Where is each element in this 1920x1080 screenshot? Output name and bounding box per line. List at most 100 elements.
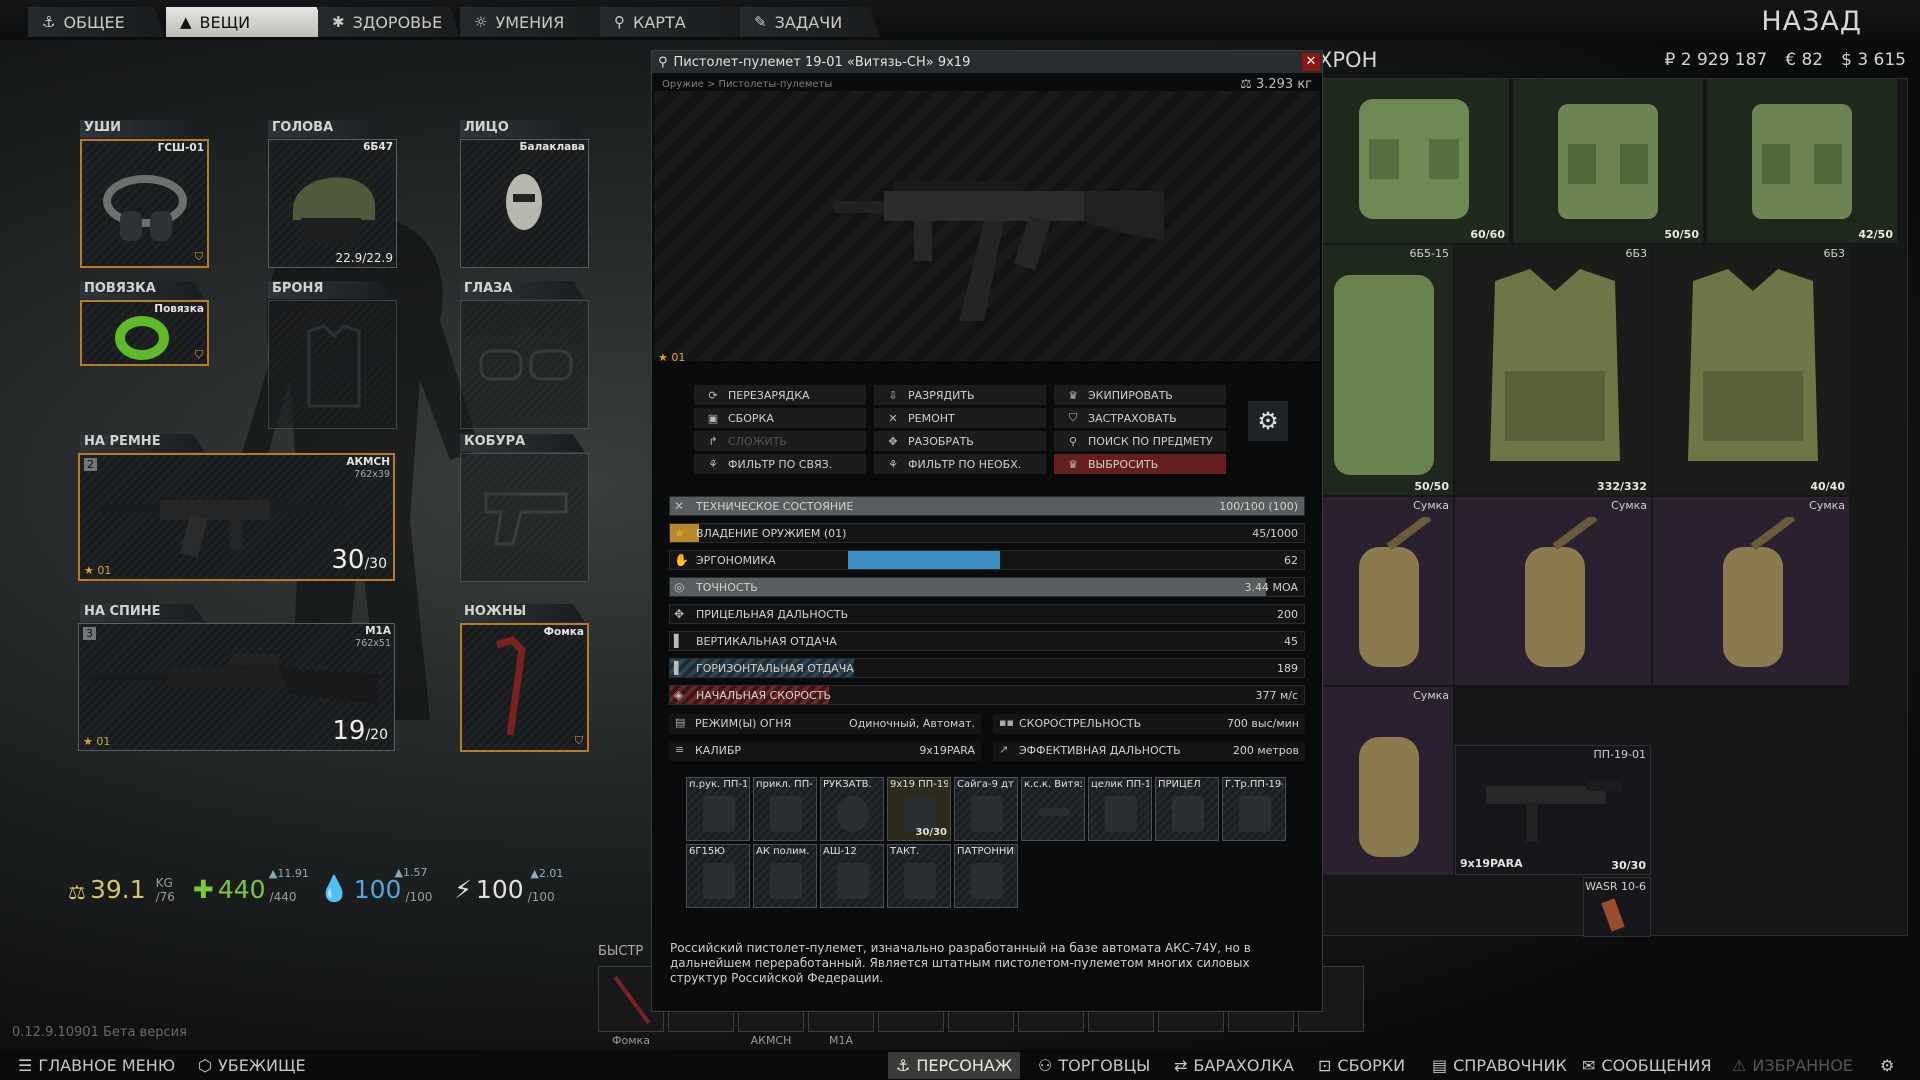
stash-item[interactable]: Сумка (1455, 497, 1651, 685)
tab-health[interactable]: ✱ ЗДОРОВЬЕ (318, 7, 460, 37)
filter-required-button[interactable]: ⚘ ФИЛЬТР ПО НЕОБХ. (874, 454, 1046, 474)
health-icon: ✱ (332, 13, 345, 31)
stash-item[interactable]: 60/60 (1319, 79, 1509, 243)
module-slot[interactable]: ПРИЦЕЛ (1155, 777, 1219, 841)
stash-item[interactable]: 50/50 (1513, 79, 1703, 243)
module-slot[interactable]: РУКЗАТВ. (820, 777, 884, 841)
module-slot[interactable]: АК полим. (753, 844, 817, 908)
settings-button[interactable]: ⚙ (1872, 1052, 1902, 1079)
reload-button[interactable]: ⟳ ПЕРЕЗАРЯДКА (694, 385, 866, 405)
back-button[interactable]: НАЗАД (1761, 6, 1862, 37)
handbook-icon: ▤ (1432, 1056, 1448, 1075)
module-slot[interactable]: Г.Тр.ПП-19- (1222, 777, 1286, 841)
insure-button[interactable]: ⛉ ЗАСТРАХОВАТЬ (1054, 408, 1226, 428)
stash-item-name: Сумка (1413, 499, 1449, 512)
close-button[interactable]: ✕ (1302, 53, 1320, 71)
energy-value: 100 (475, 875, 524, 904)
pistol-placeholder-icon (484, 492, 568, 546)
belt-weapon-slot[interactable]: 2 АКМСН 762x39 30/30 ★ 01 (78, 453, 395, 581)
knife-slot[interactable]: Фомка ⛉ (460, 623, 589, 752)
quickbar-label-4: M1A (828, 1034, 853, 1047)
vest-icon: ▲ (180, 13, 192, 31)
tab-gear[interactable]: ▲ ВЕЩИ (166, 7, 328, 37)
module-slot[interactable]: ТАКТ. (887, 844, 951, 908)
stash-item-count: 332/332 (1597, 480, 1647, 493)
module-slot[interactable]: ПАТРОННИК (954, 844, 1018, 908)
tab-map[interactable]: ⚲ КАРТА (600, 7, 750, 37)
filter-icon: ⚘ (708, 457, 718, 471)
crowbar-icon (495, 635, 526, 736)
module-slot[interactable]: 6Г15Ю (686, 844, 750, 908)
weight-unit: KG (155, 876, 173, 890)
m1a-rifle-icon (89, 654, 379, 704)
module-slot[interactable]: АШ-12 (820, 844, 884, 908)
top-nav: ⚓ ОБЩЕЕ ▲ ВЕЩИ ✱ ЗДОРОВЬЕ ☼ УМЕНИЯ ⚲ КАРТА ✎ З… (0, 0, 1920, 40)
stash-item-count: 30/30 (1611, 859, 1646, 872)
back-level: 01 (96, 735, 111, 748)
armband-slot[interactable]: Повязка ⛉ (80, 300, 209, 366)
favorites-button[interactable]: ⚠ ИЗБРАННОЕ (1724, 1052, 1861, 1079)
module-slot[interactable]: прикл. ПП- (753, 777, 817, 841)
stash-item[interactable]: Сумка (1653, 497, 1849, 685)
chamber-icon (971, 863, 1003, 899)
modding-button[interactable]: ⚙ (1248, 401, 1288, 441)
handbook-button[interactable]: ▤ СПРАВОЧНИК (1424, 1052, 1575, 1079)
repair-button[interactable]: ✕ РЕМОНТ (874, 408, 1046, 428)
search-item-button[interactable]: ⚲ ПОИСК ПО ПРЕДМЕТУ (1054, 431, 1226, 451)
stash-item[interactable]: WASR 10-6 (1583, 877, 1651, 937)
module-slot[interactable]: к.с.к. Витяз (1021, 777, 1085, 841)
stash-item[interactable]: ПП-19-01 9x19PARA 30/30 (1455, 745, 1651, 875)
fire-mode-row: ▤ РЕЖИМ(Ы) ОГНЯ Одиночный, Автомат. (669, 714, 981, 734)
ears-item-name: ГСШ-01 (157, 142, 204, 154)
gas-tube-icon (1239, 796, 1271, 832)
ears-slot[interactable]: ГСШ-01 ⛉ (80, 139, 209, 268)
holster-slot[interactable] (460, 453, 589, 582)
close-icon: ✕ (1305, 54, 1317, 69)
stash-item-name: Сумка (1611, 499, 1647, 512)
eyes-slot[interactable] (460, 300, 589, 429)
equip-button[interactable]: ♛ ЭКИПИРОВАТЬ (1054, 385, 1226, 405)
health-rate: 11.91 (277, 867, 309, 880)
build-button[interactable]: ▣ СБОРКА (694, 408, 866, 428)
filter-icon: ⚘ (888, 457, 898, 471)
energy-rate: 2.01 (538, 867, 564, 880)
traders-button[interactable]: ⚇ ТОРГОВЦЫ (1030, 1052, 1158, 1079)
armor-slot[interactable] (268, 300, 397, 429)
character-button[interactable]: ⚓ ПЕРСОНАЖ (888, 1052, 1021, 1079)
back-weapon-slot[interactable]: 3 M1A 762x51 19/20 ★ 01 (78, 623, 395, 751)
weight-value: 39.1 (89, 875, 146, 904)
hideout-button[interactable]: ⬡ УБЕЖИЩЕ (190, 1052, 314, 1079)
stash-item[interactable]: 6Б3 40/40 (1653, 245, 1849, 495)
tab-general[interactable]: ⚓ ОБЩЕЕ (28, 7, 164, 37)
stash-item[interactable]: 42/50 (1707, 79, 1897, 243)
discard-button[interactable]: ♛ ВЫБРОСИТЬ (1054, 454, 1226, 474)
head-slot[interactable]: 6Б47 22.9/22.9 (268, 139, 397, 268)
muzzle-brake-icon (971, 796, 1003, 832)
filter-linked-button[interactable]: ⚘ ФИЛЬТР ПО СВЯЗ. (694, 454, 866, 474)
module-slot[interactable]: Сайга-9 дт (954, 777, 1018, 841)
stash-item[interactable]: 6Б5-15 50/50 (1319, 245, 1453, 495)
armor-placeholder-icon (307, 324, 361, 408)
inspector-titlebar[interactable]: ⚲ Пистолет-пулемет 19-01 «Витязь-СН» 9x1… (652, 51, 1322, 73)
messages-button[interactable]: ✉ СООБЩЕНИЯ (1574, 1052, 1719, 1079)
disassemble-button[interactable]: ✥ РАЗОБРАТЬ (874, 431, 1046, 451)
face-slot[interactable]: Балаклава (460, 139, 589, 268)
module-slot[interactable]: п.рук. ПП-1 (686, 777, 750, 841)
stat-row: ◎ ТОЧНОСТЬ 3.44 MOA (669, 577, 1305, 597)
module-slot[interactable]: 9x19 ПП-19 30/30 (887, 777, 951, 841)
tab-skills[interactable]: ☼ УМЕНИЯ (460, 7, 610, 37)
stash-item[interactable]: Сумка (1319, 497, 1453, 685)
vest-icon (1558, 104, 1658, 219)
builds-button[interactable]: ⊡ СБОРКИ (1310, 1052, 1413, 1079)
main-menu-button[interactable]: ☰ ГЛАВНОЕ МЕНЮ (10, 1052, 183, 1079)
stash-item[interactable]: 6Б3 332/332 (1455, 245, 1651, 495)
stat-row: ◈ НАЧАЛЬНАЯ СКОРОСТЬ 377 м/с (669, 685, 1305, 705)
flea-market-button[interactable]: ⇄ БАРАХОЛКА (1166, 1052, 1302, 1079)
tab-tasks[interactable]: ✎ ЗАДАЧИ (740, 7, 880, 37)
fold-button[interactable]: ↱ СЛОЖИТЬ (694, 431, 866, 451)
search-icon: ⚲ (1068, 434, 1078, 448)
stash-item[interactable]: Сумка (1319, 687, 1453, 875)
unload-button[interactable]: ⇩ РАЗРЯДИТЬ (874, 385, 1046, 405)
item-preview (654, 91, 1320, 361)
module-slot[interactable]: целик ПП-1 (1088, 777, 1152, 841)
